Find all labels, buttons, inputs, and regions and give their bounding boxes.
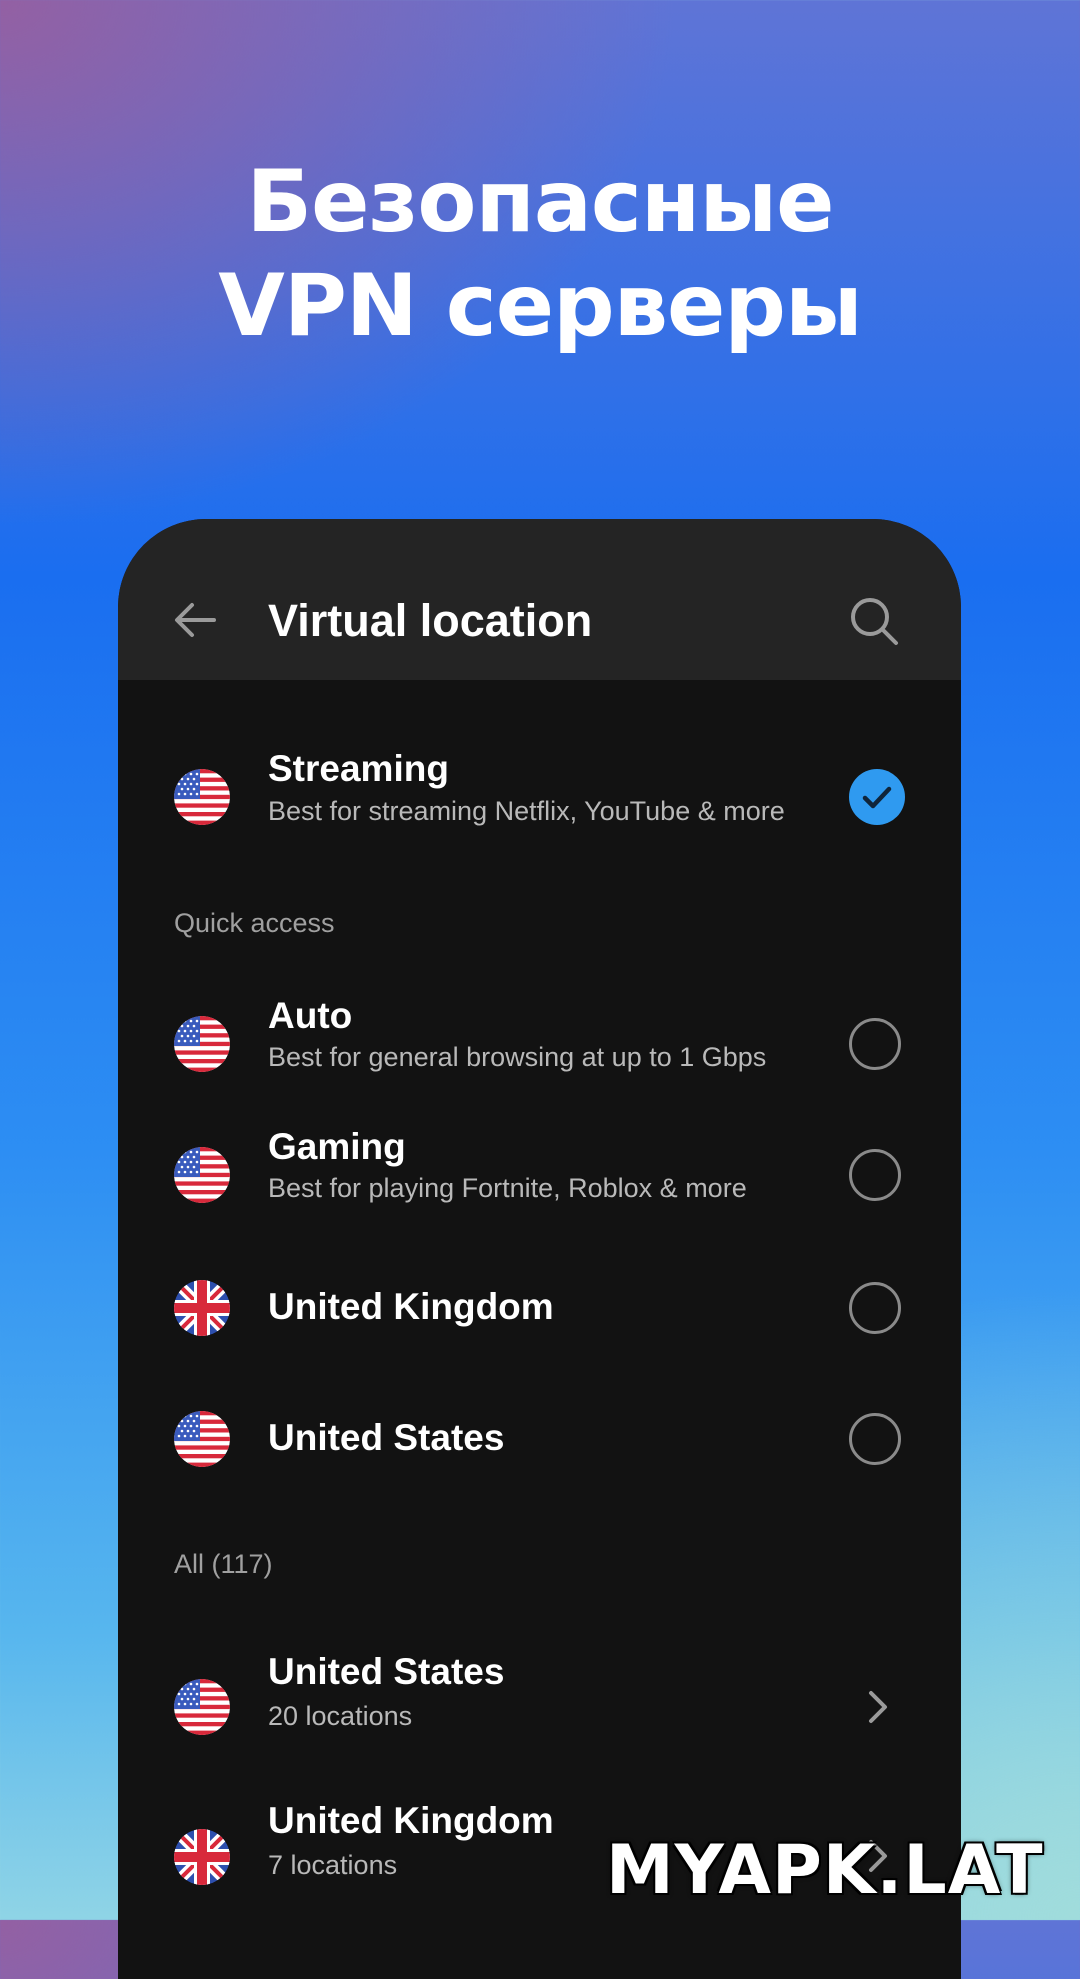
section-label-quick-access: Quick access (174, 908, 335, 938)
radio-button[interactable] (849, 1018, 901, 1070)
us-flag-icon (174, 1411, 230, 1467)
checkmark-icon[interactable] (849, 769, 905, 825)
us-flag-icon (174, 769, 230, 825)
radio-button[interactable] (849, 1149, 901, 1201)
section-label-all: All (117) (174, 1549, 273, 1579)
location-title: Streaming (268, 748, 449, 789)
promo-headline-line1: Безопасные (246, 152, 835, 252)
search-icon[interactable] (848, 595, 900, 647)
uk-flag-icon (174, 1280, 230, 1336)
location-title: United Kingdom (268, 1286, 554, 1327)
page-title: Virtual location (268, 595, 593, 646)
location-row-gaming[interactable]: Gaming Best for playing Fortnite, Roblox… (118, 1112, 961, 1242)
location-row-united-kingdom[interactable]: United Kingdom (118, 1243, 961, 1373)
location-title: Auto (268, 995, 353, 1036)
phone-screen: Virtual location Streaming Best for stre… (118, 519, 961, 1979)
location-subtitle: Best for streaming Netflix, YouTube & mo… (268, 796, 785, 826)
watermark-text: MYAPK.LAT (606, 1831, 1044, 1910)
country-subtitle: 7 locations (268, 1850, 398, 1880)
location-title: United States (268, 1417, 505, 1458)
us-flag-icon (174, 1679, 230, 1735)
location-subtitle: Best for playing Fortnite, Roblox & more (268, 1173, 747, 1203)
app-bar: Virtual location (118, 519, 961, 680)
country-title: United Kingdom (268, 1800, 554, 1841)
location-row-streaming[interactable]: Streaming Best for streaming Netflix, Yo… (118, 733, 961, 873)
uk-flag-icon (174, 1829, 230, 1885)
location-row-auto[interactable]: Auto Best for general browsing at up to … (118, 981, 961, 1111)
country-row-united-states[interactable]: United States 20 locations (118, 1627, 961, 1777)
radio-button[interactable] (849, 1282, 901, 1334)
country-subtitle: 20 locations (268, 1701, 413, 1731)
us-flag-icon (174, 1016, 230, 1072)
chevron-right-icon (866, 1689, 890, 1725)
promo-headline-line2: VPN серверы (218, 256, 862, 356)
radio-button[interactable] (849, 1413, 901, 1465)
promo-headline: Безопасные VPN серверы (0, 150, 1080, 358)
location-title: Gaming (268, 1126, 406, 1167)
country-title: United States (268, 1651, 505, 1692)
arrow-back-icon[interactable] (172, 597, 218, 643)
us-flag-icon (174, 1147, 230, 1203)
location-subtitle: Best for general browsing at up to 1 Gbp… (268, 1042, 767, 1072)
location-row-united-states[interactable]: United States (118, 1374, 961, 1504)
